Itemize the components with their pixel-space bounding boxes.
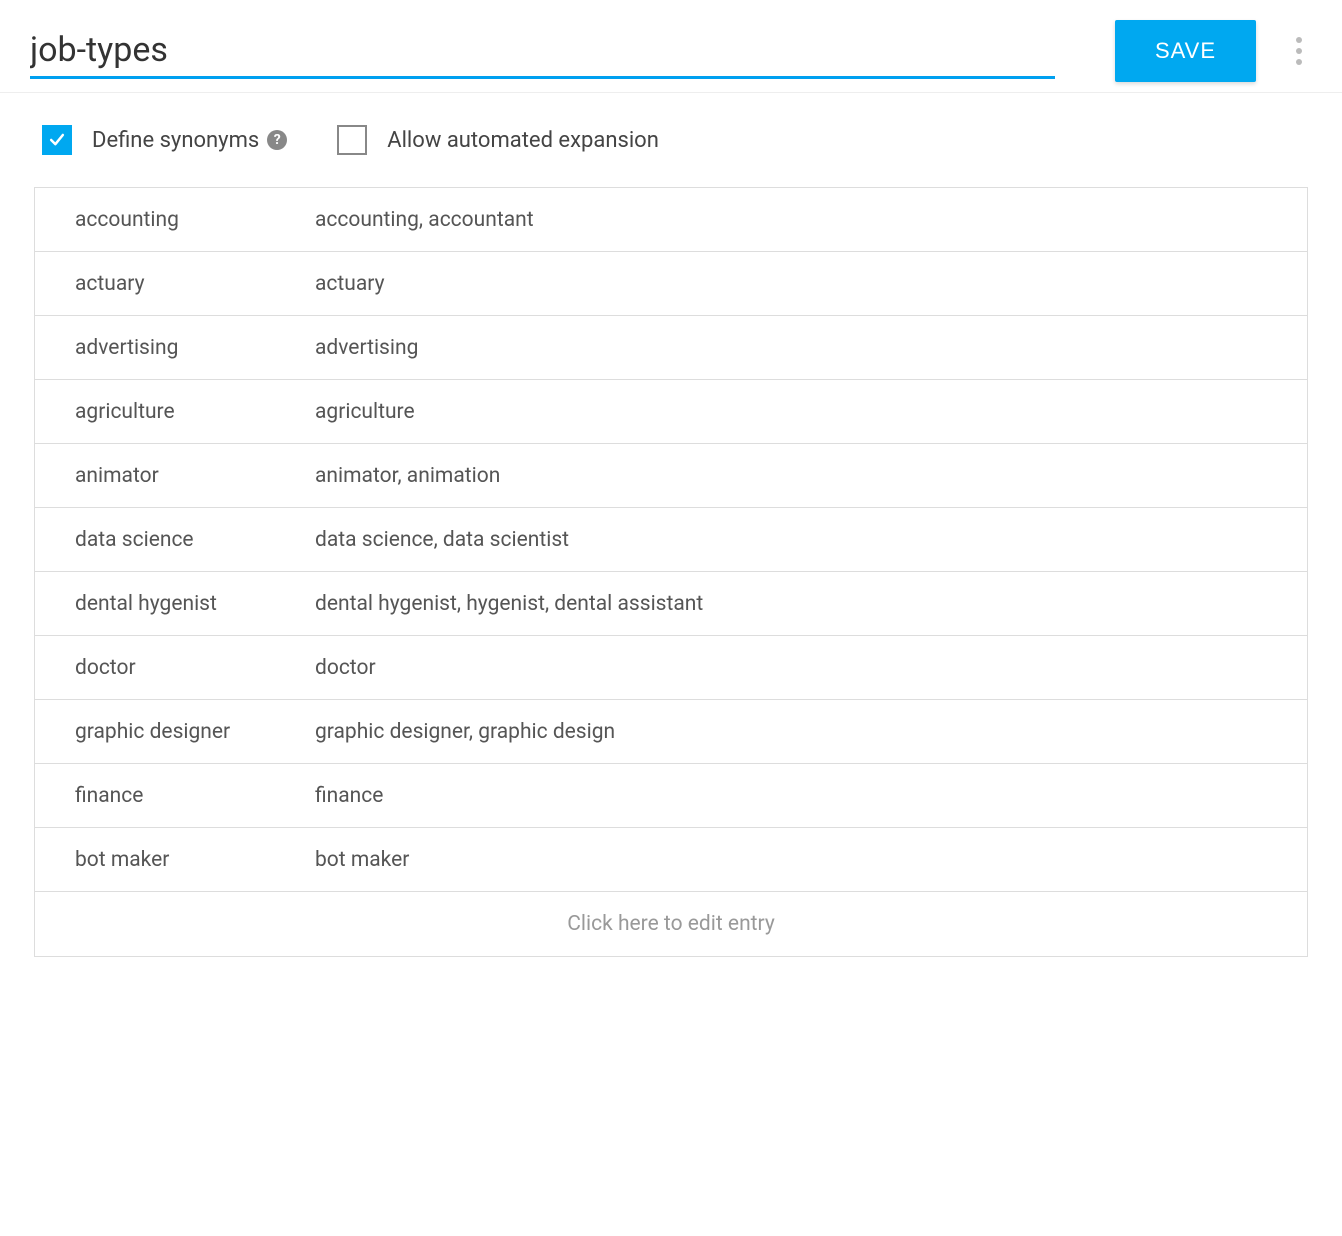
- save-button[interactable]: SAVE: [1115, 20, 1256, 82]
- entry-synonyms[interactable]: dental hygenist, hygenist, dental assist…: [315, 574, 1307, 634]
- allow-automated-expansion-label: Allow automated expansion: [387, 128, 659, 153]
- entry-synonyms[interactable]: agriculture: [315, 382, 1307, 442]
- table-row[interactable]: graphic designergraphic designer, graphi…: [35, 700, 1307, 764]
- entry-key[interactable]: bot maker: [35, 830, 315, 890]
- table-row[interactable]: doctordoctor: [35, 636, 1307, 700]
- table-row[interactable]: actuaryactuary: [35, 252, 1307, 316]
- entry-key[interactable]: accounting: [35, 190, 315, 250]
- table-row[interactable]: advertisingadvertising: [35, 316, 1307, 380]
- entry-synonyms[interactable]: advertising: [315, 318, 1307, 378]
- define-synonyms-checkbox[interactable]: [42, 125, 72, 155]
- entry-synonyms[interactable]: data science, data scientist: [315, 510, 1307, 570]
- entry-synonyms[interactable]: doctor: [315, 638, 1307, 698]
- entry-key[interactable]: advertising: [35, 318, 315, 378]
- entries-table: accountingaccounting, accountantactuarya…: [34, 187, 1308, 957]
- entry-key[interactable]: finance: [35, 766, 315, 826]
- more-options-button[interactable]: [1286, 27, 1312, 75]
- entry-key[interactable]: data science: [35, 510, 315, 570]
- entry-synonyms[interactable]: bot maker: [315, 830, 1307, 890]
- table-row[interactable]: dental hygenistdental hygenist, hygenist…: [35, 572, 1307, 636]
- table-row[interactable]: agricultureagriculture: [35, 380, 1307, 444]
- check-icon: [47, 130, 67, 150]
- define-synonyms-text: Define synonyms: [92, 128, 259, 153]
- entry-key[interactable]: actuary: [35, 254, 315, 314]
- more-vertical-icon: [1296, 37, 1302, 43]
- define-synonyms-label: Define synonyms ?: [92, 128, 287, 153]
- allow-automated-expansion-checkbox[interactable]: [337, 125, 367, 155]
- options-row: Define synonyms ? Allow automated expans…: [0, 93, 1342, 187]
- title-field-wrap: [30, 24, 1055, 79]
- help-icon[interactable]: ?: [267, 130, 287, 150]
- table-row[interactable]: accountingaccounting, accountant: [35, 188, 1307, 252]
- entry-key[interactable]: dental hygenist: [35, 574, 315, 634]
- entity-name-input[interactable]: [30, 24, 1055, 79]
- entry-key[interactable]: animator: [35, 446, 315, 506]
- table-row[interactable]: data sciencedata science, data scientist: [35, 508, 1307, 572]
- entry-key[interactable]: agriculture: [35, 382, 315, 442]
- entry-key[interactable]: graphic designer: [35, 702, 315, 762]
- entry-synonyms[interactable]: finance: [315, 766, 1307, 826]
- more-vertical-icon: [1296, 59, 1302, 65]
- table-row[interactable]: financefinance: [35, 764, 1307, 828]
- more-vertical-icon: [1296, 48, 1302, 54]
- entry-synonyms[interactable]: accounting, accountant: [315, 190, 1307, 250]
- table-row[interactable]: animatoranimator, animation: [35, 444, 1307, 508]
- entry-synonyms[interactable]: animator, animation: [315, 446, 1307, 506]
- entry-synonyms[interactable]: graphic designer, graphic design: [315, 702, 1307, 762]
- entry-synonyms[interactable]: actuary: [315, 254, 1307, 314]
- add-entry-row[interactable]: Click here to edit entry: [35, 892, 1307, 956]
- header-bar: SAVE: [0, 0, 1342, 93]
- table-row[interactable]: bot makerbot maker: [35, 828, 1307, 892]
- entry-key[interactable]: doctor: [35, 638, 315, 698]
